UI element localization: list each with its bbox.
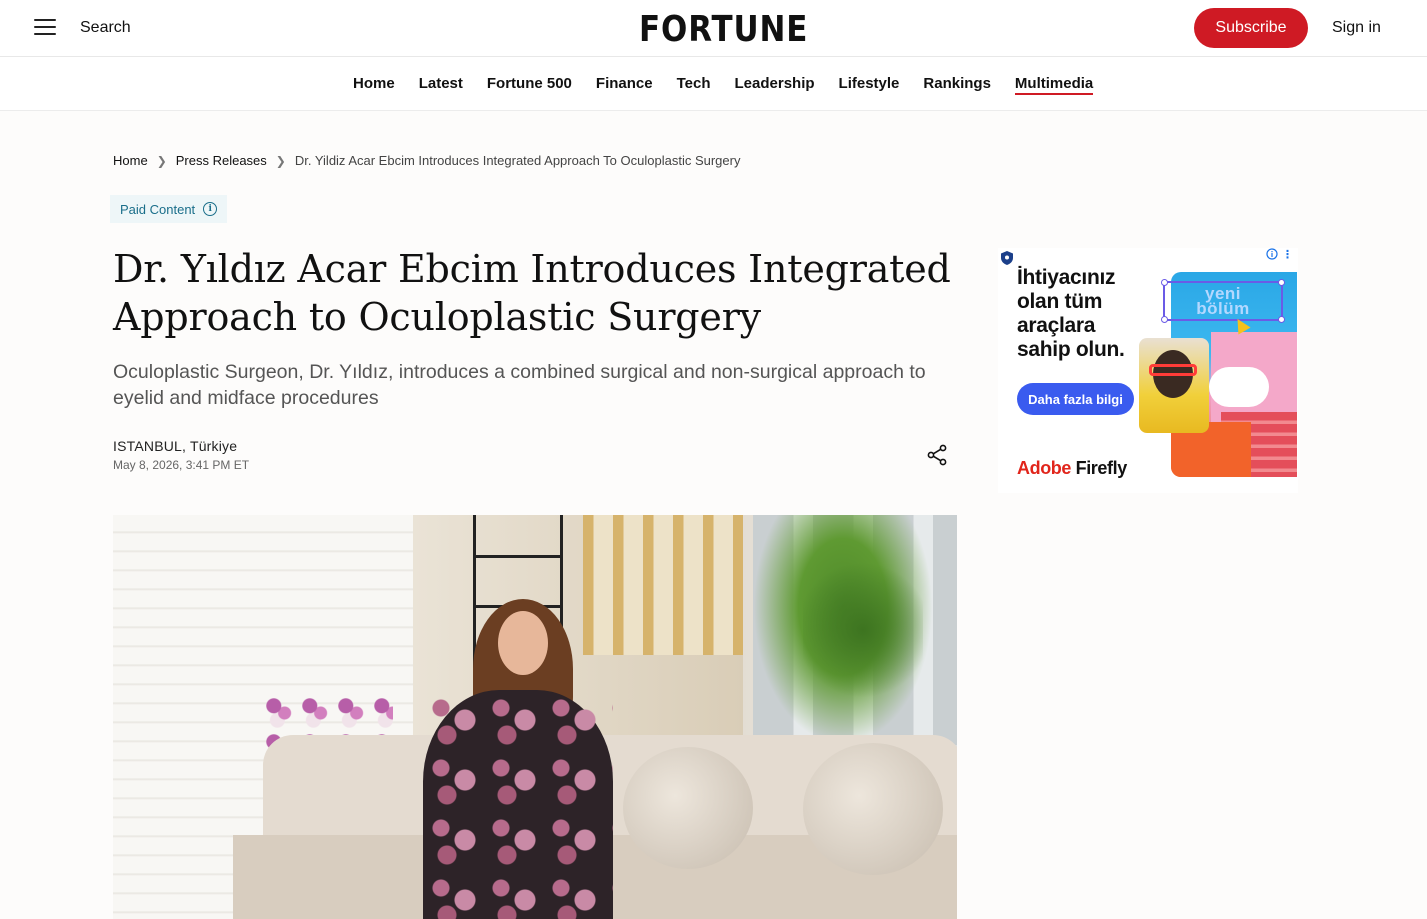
sign-in-link[interactable]: Sign in [1332, 19, 1381, 37]
ad-brand-logo: Adobe Firefly [1017, 458, 1127, 478]
paid-content-label: Paid Content [120, 201, 196, 217]
nav-item-home[interactable]: Home [353, 75, 395, 95]
chevron-right-icon: ❯ [156, 153, 167, 168]
advertisement[interactable]: ⋮ İhtiyacınız olan tüm araçlara sahip ol… [998, 248, 1298, 493]
ad-new-episode-tag: yeni bölüm [1161, 279, 1285, 323]
paid-content-badge[interactable]: Paid Content i [110, 195, 228, 223]
article-dateline: ISTANBUL, Türkiye [113, 438, 238, 454]
hero-image [113, 515, 957, 919]
ad-headline: İhtiyacınız olan tüm araçlara sahip olun… [1017, 266, 1125, 361]
search-link[interactable]: Search [80, 19, 131, 37]
nav-item-tech[interactable]: Tech [677, 75, 711, 95]
nav-item-fortune-500[interactable]: Fortune 500 [487, 75, 572, 95]
nav-item-rankings[interactable]: Rankings [923, 75, 991, 95]
ad-choices-icon[interactable]: ⋮ [1266, 248, 1293, 261]
info-icon[interactable]: i [203, 202, 218, 216]
nav-item-lifestyle[interactable]: Lifestyle [839, 75, 900, 95]
nav-item-finance[interactable]: Finance [596, 75, 653, 95]
article-dek: Oculoplastic Surgeon, Dr. Yıldız, introd… [113, 361, 926, 409]
breadcrumb: Home ❯ Press Releases ❯ Dr. Yildiz Acar … [113, 153, 740, 168]
ad-person-image [1139, 338, 1209, 433]
breadcrumb-home[interactable]: Home [113, 153, 148, 168]
nav-item-latest[interactable]: Latest [419, 75, 463, 95]
share-icon[interactable] [925, 443, 949, 467]
breadcrumb-current: Dr. Yildiz Acar Ebcim Introduces Integra… [294, 153, 741, 168]
chevron-right-icon: ❯ [275, 153, 286, 168]
article-headline: Dr. Yıldız Acar Ebcim Introduces Integra… [113, 247, 951, 339]
breadcrumb-press-releases[interactable]: Press Releases [176, 153, 267, 168]
article-timestamp: May 8, 2026, 3:41 PM ET [113, 458, 250, 472]
main-nav: Home Latest Fortune 500 Finance Tech Lea… [0, 57, 1427, 111]
nav-item-multimedia[interactable]: Multimedia [1014, 75, 1094, 95]
subscribe-button[interactable]: Subscribe [1194, 8, 1308, 48]
top-header: Search FORTUNE Subscribe Sign in [0, 0, 1427, 57]
menu-icon[interactable] [34, 19, 56, 37]
ad-cta-button[interactable]: Daha fazla bilgi [1017, 383, 1134, 415]
shield-icon [1001, 251, 1013, 265]
fortune-logo[interactable]: FORTUNE [639, 9, 808, 50]
nav-item-leadership[interactable]: Leadership [735, 75, 815, 95]
